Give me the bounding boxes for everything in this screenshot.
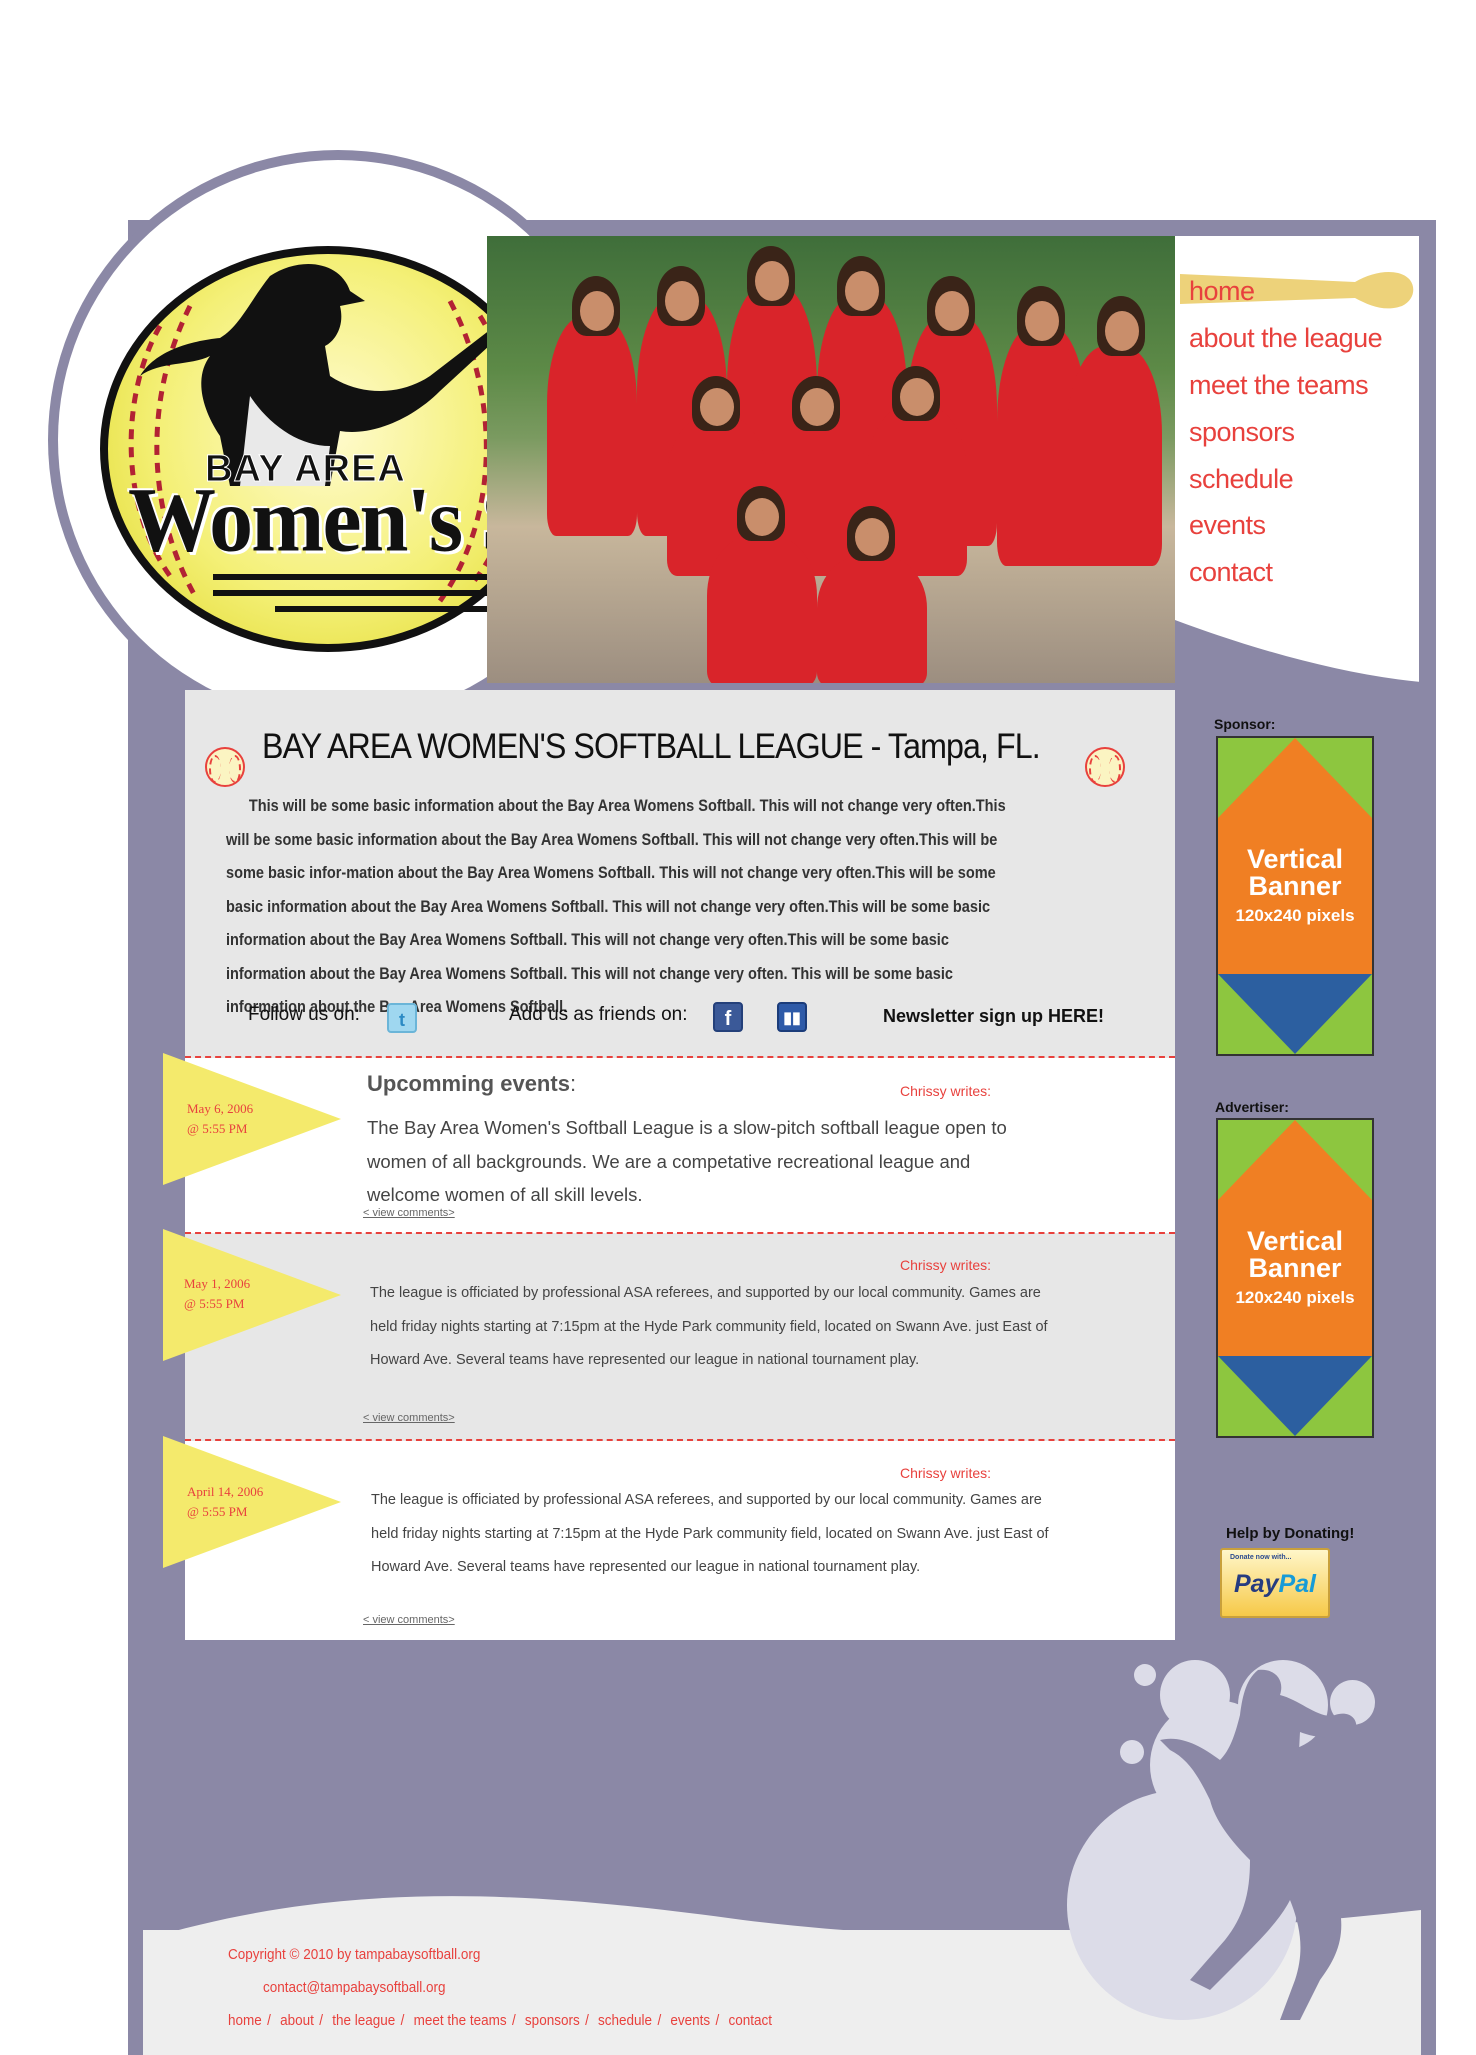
view-comments-link[interactable]: < view comments> — [363, 1207, 455, 1219]
myspace-icon[interactable]: ▮▮ — [777, 1002, 807, 1032]
friends-label: Add us as friends on: — [509, 1004, 688, 1025]
page-title: BAY AREA WOMEN'S SOFTBALL LEAGUE - Tampa… — [262, 727, 1041, 766]
twitter-icon[interactable]: t — [387, 1003, 417, 1033]
events-heading: Upcomming events: — [367, 1071, 577, 1096]
footer-nav: home / about / the league / meet the teams /… — [228, 2012, 773, 2029]
footer-email-link[interactable]: contact@tampabaysoftball.org — [263, 1979, 446, 1996]
nav-home[interactable]: home — [1189, 276, 1255, 307]
paypal-logo: PayPal — [1233, 1570, 1316, 1598]
nav-sponsors[interactable]: sponsors — [1189, 417, 1295, 448]
intro-text: This will be some basic information abou… — [226, 797, 1006, 1016]
softball-icon — [205, 747, 245, 787]
footer-link-home[interactable]: home — [228, 2012, 262, 2029]
footer-link-about[interactable]: about — [280, 2012, 314, 2029]
post-author: Chrissy writes: — [900, 1083, 992, 1099]
view-comments-link[interactable]: < view comments> — [363, 1614, 455, 1626]
post-author: Chrissy writes: — [900, 1257, 992, 1273]
sponsor-label: Sponsor: — [1214, 716, 1276, 732]
nav-contact[interactable]: contact — [1189, 557, 1273, 588]
post-date: April 14, 2006 — [187, 1484, 264, 1499]
donate-label: Help by Donating! — [1226, 1525, 1355, 1542]
post-time: @ 5:55 PM — [184, 1296, 245, 1311]
softball-icon — [1085, 747, 1125, 787]
advertiser-banner[interactable]: Vertical Banner 120x240 pixels — [1216, 1118, 1374, 1438]
team-photo — [487, 236, 1175, 683]
post-body: The league is officiated by professional… — [371, 1492, 1049, 1575]
footer-link-schedule[interactable]: schedule — [598, 2012, 652, 2029]
paypal-donate-button[interactable]: Donate now with... PayPal — [1220, 1548, 1330, 1618]
footer-link-meet-the-teams[interactable]: meet the teams — [414, 2012, 507, 2029]
view-comments-link[interactable]: < view comments> — [363, 1412, 455, 1424]
footer-link-sponsors[interactable]: sponsors — [525, 2012, 580, 2029]
nav-meet-the-teams[interactable]: meet the teams — [1189, 370, 1369, 401]
post-time: @ 5:55 PM — [187, 1504, 248, 1519]
nav-events[interactable]: events — [1189, 510, 1266, 541]
nav-about-the-league[interactable]: about the league — [1189, 323, 1383, 354]
newsletter-signup-link[interactable]: Newsletter sign up HERE! — [883, 1006, 1104, 1027]
footer-link-the-league[interactable]: the league — [332, 2012, 395, 2029]
footer-link-contact[interactable]: contact — [728, 2012, 772, 2029]
follow-label: Follow us on: — [248, 1004, 360, 1025]
facebook-icon[interactable]: f — [713, 1002, 743, 1032]
post-body: The league is officiated by professional… — [370, 1285, 1048, 1368]
post-date: May 6, 2006 — [187, 1101, 254, 1116]
footer-link-events[interactable]: events — [670, 2012, 710, 2029]
copyright: Copyright © 2010 by tampabaysoftball.org — [228, 1946, 481, 1963]
post-author: Chrissy writes: — [900, 1465, 992, 1481]
post-time: @ 5:55 PM — [187, 1121, 248, 1136]
pitcher-silhouette-icon — [1160, 1669, 1357, 2020]
advertiser-label: Advertiser: — [1215, 1099, 1289, 1115]
nav-schedule[interactable]: schedule — [1189, 464, 1294, 495]
sponsor-banner[interactable]: Vertical Banner 120x240 pixels — [1216, 736, 1374, 1056]
post-date: May 1, 2006 — [184, 1276, 251, 1291]
nav-curve — [1175, 620, 1421, 690]
post-body: The Bay Area Women's Softball League is … — [367, 1117, 1007, 1205]
